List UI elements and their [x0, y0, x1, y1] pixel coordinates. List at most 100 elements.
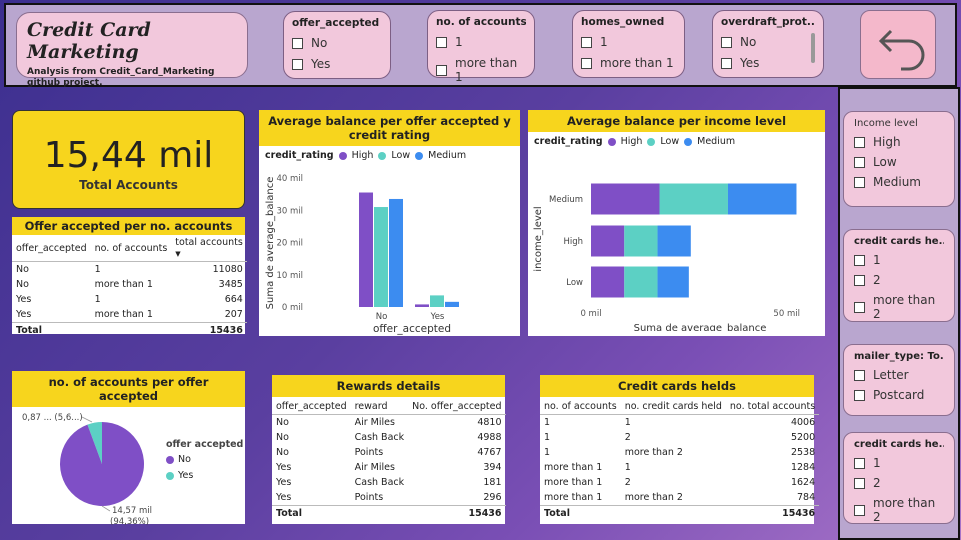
slicer-option-2[interactable]: 2 — [854, 273, 944, 287]
legend-title: credit_rating — [534, 136, 603, 147]
chart-legend: credit_rating High Low Medium — [259, 146, 520, 165]
legend-label-high[interactable]: High — [352, 150, 374, 161]
bar-high-low — [624, 225, 658, 257]
legend-title: credit_rating — [265, 150, 334, 161]
slicer-option-more-than-1[interactable]: more than 1 — [581, 56, 676, 70]
checkbox[interactable] — [854, 504, 865, 516]
checkbox[interactable] — [292, 58, 303, 70]
slicer-option-1[interactable]: 1 — [854, 253, 944, 267]
checkbox[interactable] — [581, 36, 592, 48]
column-header[interactable]: offer_accepted — [12, 235, 91, 262]
option-label: more than 1 — [600, 56, 674, 70]
y-axis-label: income_level — [533, 206, 544, 271]
slicer-option-yes[interactable]: Yes — [721, 56, 815, 70]
checkbox[interactable] — [854, 136, 865, 148]
slicer-option-no[interactable]: No — [292, 36, 382, 50]
column-header[interactable]: No. offer_accepted — [408, 399, 506, 415]
chart-title: no. of accounts per offer accepted — [12, 371, 245, 407]
slicer-option-1[interactable]: 1 — [854, 456, 944, 470]
legend-label-medium[interactable]: Medium — [428, 150, 466, 161]
y-tick-label: 20 mil — [276, 239, 303, 249]
y-tick-label: 10 mil — [276, 271, 303, 281]
table-total-row: Total 15436 — [540, 505, 820, 521]
option-label: 2 — [873, 273, 881, 287]
x-axis-label: Suma de average_balance — [634, 323, 767, 331]
slicer-option-no[interactable]: No — [721, 35, 815, 49]
slicer-option-letter[interactable]: Letter — [854, 368, 944, 382]
legend-label-medium[interactable]: Medium — [697, 136, 735, 147]
column-header[interactable]: no. credit cards held — [620, 399, 726, 415]
slicer-option-2[interactable]: 2 — [854, 476, 944, 490]
bar-no-low — [374, 207, 388, 307]
column-header[interactable]: offer_accepted — [272, 399, 351, 415]
y-tick-label: 40 mil — [276, 174, 303, 184]
back-button[interactable] — [860, 10, 936, 79]
slicer-option-1[interactable]: 1 — [436, 35, 526, 49]
slicer-title: offer_accepted — [292, 17, 380, 29]
legend-item-yes[interactable]: Yes — [166, 470, 243, 481]
slicer-scrollbar[interactable] — [811, 33, 815, 63]
column-header[interactable]: no. of accounts — [90, 235, 172, 262]
slicer-title: Income level — [854, 118, 918, 129]
slicer-option-1[interactable]: 1 — [581, 35, 676, 49]
legend-swatch-high — [607, 137, 616, 146]
checkbox[interactable] — [854, 389, 865, 401]
checkbox[interactable] — [854, 156, 865, 168]
checkbox[interactable] — [854, 301, 865, 313]
checkbox[interactable] — [436, 64, 447, 76]
table-total-row: Total 15436 — [272, 505, 506, 521]
checkbox[interactable] — [292, 37, 303, 49]
slicer-option-postcard[interactable]: Postcard — [854, 388, 944, 402]
option-label: High — [873, 135, 901, 149]
column-header[interactable]: no. of accounts — [540, 399, 621, 415]
column-header[interactable]: reward — [350, 399, 409, 415]
pie-label-no-pct: (94,36%) — [110, 517, 149, 525]
table-row: more than 1 1 1284 — [544, 462, 816, 473]
kpi-value: 15,44 mil — [43, 135, 214, 176]
checkbox[interactable] — [854, 176, 865, 188]
checkbox[interactable] — [854, 274, 865, 286]
column-header[interactable]: total accounts ▼ — [171, 235, 247, 262]
checkbox[interactable] — [854, 457, 865, 469]
page-title: Credit Card Marketing — [27, 19, 151, 63]
checkbox[interactable] — [854, 477, 865, 489]
option-label: more than 2 — [873, 496, 936, 524]
table-row: No 1 11080 — [16, 264, 243, 275]
x-tick-label: 50 mil — [773, 309, 800, 319]
legend-swatch-low — [647, 137, 656, 146]
chart-title: Average balance per offer accepted y cre… — [259, 110, 520, 146]
slicer-option-high[interactable]: High — [854, 135, 944, 149]
slicer-option-yes[interactable]: Yes — [292, 57, 382, 71]
legend-label-high[interactable]: High — [621, 136, 643, 147]
legend-item-no[interactable]: No — [166, 454, 243, 465]
checkbox[interactable] — [854, 369, 865, 381]
column-header[interactable]: no. total accounts — [725, 399, 820, 415]
legend-label-low[interactable]: Low — [391, 150, 410, 161]
legend-label-low[interactable]: Low — [660, 136, 679, 147]
table-row: Yes Air Miles 394 — [276, 462, 502, 473]
slicer-mailer-type: mailer_type: To... Letter Postcard — [843, 344, 955, 416]
y-tick-label: Low — [566, 278, 583, 288]
legend-swatch-medium — [415, 151, 424, 160]
slicer-option-more-than-1[interactable]: more than 1 — [436, 56, 526, 84]
table-row: No more than 1 3485 — [16, 279, 243, 290]
table-row: Yes 1 664 — [16, 294, 243, 305]
slicer-option-more-than-2[interactable]: more than 2 — [854, 293, 944, 321]
checkbox[interactable] — [581, 57, 592, 69]
y-tick-label: 30 mil — [276, 206, 303, 216]
chart-plot: Medium High Low 0 mil 50 mil Suma de average_… — [533, 183, 800, 334]
slicer-option-medium[interactable]: Medium — [854, 175, 944, 189]
table-row: Yes more than 1 207 — [16, 309, 243, 320]
bar-low-high — [591, 266, 625, 298]
checkbox[interactable] — [721, 57, 732, 69]
slicer-credit-cards-held-a: credit cards he... 1 2 more than 2 — [843, 229, 955, 322]
slicer-option-low[interactable]: Low — [854, 155, 944, 169]
checkbox[interactable] — [854, 254, 865, 266]
option-label: 1 — [600, 35, 608, 49]
checkbox[interactable] — [721, 36, 732, 48]
slicer-credit-cards-held-b: credit cards he... 1 2 more than 2 — [843, 432, 955, 524]
x-axis-label: offer_accepted — [373, 323, 451, 335]
chart-balance-income: Average balance per income level credit_… — [528, 110, 825, 336]
slicer-option-more-than-2[interactable]: more than 2 — [854, 496, 944, 524]
checkbox[interactable] — [436, 36, 447, 48]
